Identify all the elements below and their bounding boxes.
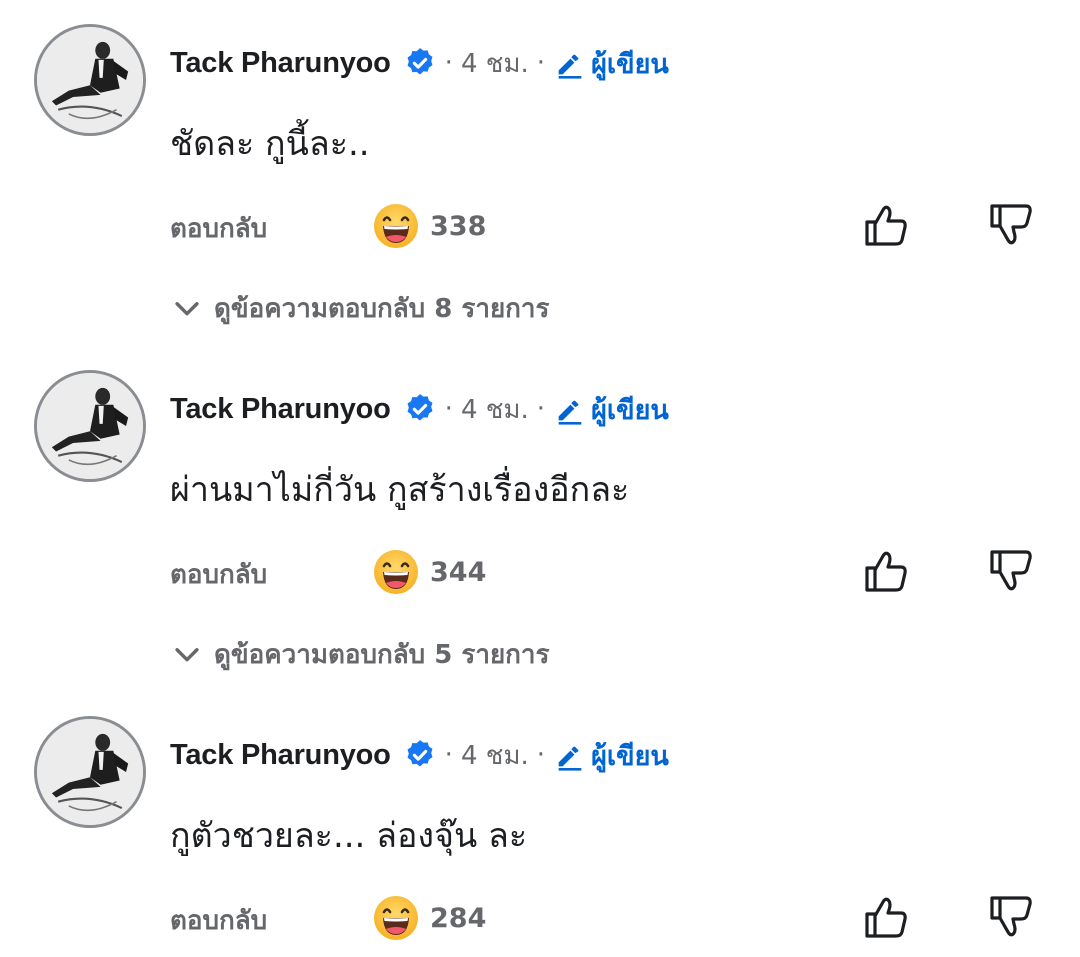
view-replies-button[interactable]: ดูข้อความตอบกลับ 5 รายการ	[170, 630, 550, 678]
view-replies-label: ดูข้อความตอบกลับ 5 รายการ	[214, 639, 550, 670]
avatar[interactable]	[34, 716, 146, 828]
thumbs-up-icon	[865, 551, 907, 592]
dislike-button[interactable]	[986, 546, 1036, 596]
pen-icon	[553, 738, 587, 772]
dislike-button[interactable]	[986, 892, 1036, 942]
separator: ·	[536, 394, 546, 424]
author-badge: ผู้เขียน	[553, 388, 669, 431]
separator: ·	[444, 394, 453, 424]
avatar[interactable]	[34, 370, 146, 482]
comment-text: ผ่านมาไม่กี่วัน กูสร้างเรื่องอีกละ	[170, 470, 630, 510]
reaction-summary[interactable]: 344	[372, 548, 486, 596]
comment-header: Tack Pharunyoo · 4 ชม. · ผู้เขียน	[170, 384, 669, 434]
author-name[interactable]: Tack Pharunyoo	[170, 47, 391, 80]
comment-actions: ตอบกลับ 344	[0, 542, 1080, 602]
separator: ·	[536, 48, 546, 78]
separator: ·	[444, 740, 453, 770]
author-badge: ผู้เขียน	[553, 42, 669, 85]
reply-button[interactable]: ตอบกลับ	[170, 900, 267, 941]
haha-emoji-icon	[372, 202, 420, 250]
verified-badge-icon	[403, 392, 437, 426]
dislike-button[interactable]	[986, 200, 1036, 250]
comment-header: Tack Pharunyoo · 4 ชม. · ผู้เขียน	[170, 38, 669, 88]
author-badge: ผู้เขียน	[553, 734, 669, 777]
timestamp[interactable]: 4 ชม.	[461, 735, 529, 776]
reaction-count: 344	[430, 556, 487, 588]
thumbs-up-icon	[865, 897, 907, 938]
reaction-count: 338	[430, 210, 487, 242]
like-button[interactable]	[861, 892, 911, 942]
timestamp[interactable]: 4 ชม.	[461, 43, 529, 84]
author-badge-label: ผู้เขียน	[591, 394, 669, 426]
chevron-down-icon	[170, 637, 204, 671]
reaction-count: 284	[430, 902, 487, 934]
author-name[interactable]: Tack Pharunyoo	[170, 393, 391, 426]
author-badge-label: ผู้เขียน	[591, 740, 669, 772]
verified-badge-icon	[403, 46, 437, 80]
chevron-down-icon	[170, 291, 204, 325]
comment-text: ชัดละ กูนี้ละ..	[170, 124, 370, 164]
avatar[interactable]	[34, 24, 146, 136]
comment-text: กูตัวชวยละ... ล่องจุ๊น ละ	[170, 816, 528, 856]
reaction-summary[interactable]: 284	[372, 894, 486, 942]
thumbs-down-icon	[990, 896, 1032, 937]
reply-button[interactable]: ตอบกลับ	[170, 208, 267, 249]
reaction-summary[interactable]: 338	[372, 202, 486, 250]
view-replies-label: ดูข้อความตอบกลับ 8 รายการ	[214, 293, 550, 324]
author-badge-label: ผู้เขียน	[591, 48, 669, 80]
like-button[interactable]	[861, 200, 911, 250]
author-name[interactable]: Tack Pharunyoo	[170, 739, 391, 772]
thumbs-down-icon	[990, 204, 1032, 245]
timestamp[interactable]: 4 ชม.	[461, 389, 529, 430]
thumbs-up-icon	[865, 205, 907, 246]
haha-emoji-icon	[372, 548, 420, 596]
comment-actions: ตอบกลับ 338	[0, 196, 1080, 256]
verified-badge-icon	[403, 738, 437, 772]
view-replies-button[interactable]: ดูข้อความตอบกลับ 8 รายการ	[170, 284, 550, 332]
like-button[interactable]	[861, 546, 911, 596]
reply-button[interactable]: ตอบกลับ	[170, 554, 267, 595]
haha-emoji-icon	[372, 894, 420, 942]
pen-icon	[553, 46, 587, 80]
comment-actions: ตอบกลับ 284	[0, 888, 1080, 948]
separator: ·	[536, 740, 546, 770]
comment-header: Tack Pharunyoo · 4 ชม. · ผู้เขียน	[170, 730, 669, 780]
pen-icon	[553, 392, 587, 426]
thumbs-down-icon	[990, 550, 1032, 591]
separator: ·	[444, 48, 453, 78]
